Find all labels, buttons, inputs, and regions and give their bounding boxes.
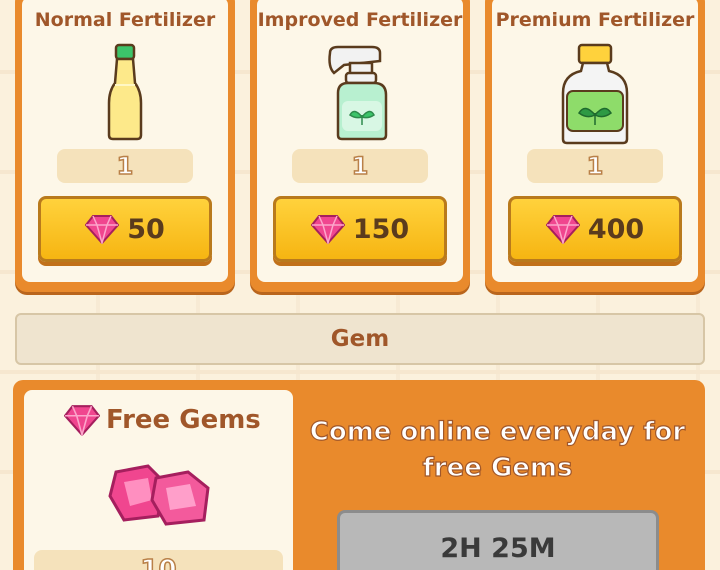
shop-card-normal-fertilizer: Normal Fertilizer 1 50 xyxy=(15,0,235,292)
item-title: Normal Fertilizer xyxy=(34,9,216,31)
spray-fertilizer-bottle-icon xyxy=(328,45,388,141)
small-fertilizer-bottle-icon xyxy=(107,43,143,141)
free-gems-title-label: Free Gems xyxy=(106,405,261,435)
shop-card-premium-fertilizer: Premium Fertilizer 1 400 xyxy=(485,0,705,292)
card-inner: Premium Fertilizer 1 400 xyxy=(492,0,698,282)
item-title: Improved Fertilizer xyxy=(257,9,463,31)
gem-section-header: Gem xyxy=(15,313,705,365)
buy-normal-fertilizer-button[interactable]: 50 xyxy=(38,196,212,262)
shop-card-improved-fertilizer: Improved Fertilizer 1 150 xyxy=(250,0,470,292)
free-gems-card[interactable]: Free Gems 10 xyxy=(24,390,293,570)
buy-improved-fertilizer-button[interactable]: 150 xyxy=(273,196,447,262)
gem-icon xyxy=(64,405,100,436)
free-gems-title: Free Gems xyxy=(64,404,261,436)
card-inner: Normal Fertilizer 1 50 xyxy=(22,0,228,282)
gem-icon xyxy=(85,215,120,244)
free-gems-promo-text: Come online everyday for free Gems xyxy=(309,416,686,483)
free-gems-timer-button[interactable]: 2H 25M xyxy=(337,510,659,570)
item-title: Premium Fertilizer xyxy=(495,9,695,31)
gem-icon xyxy=(545,215,580,244)
buy-premium-fertilizer-button[interactable]: 400 xyxy=(508,196,682,262)
quantity-label: 1 xyxy=(57,149,193,183)
free-gems-amount: 10 xyxy=(34,550,283,570)
premium-fertilizer-jar-icon xyxy=(561,43,629,145)
gem-icon xyxy=(310,215,345,244)
gem-pile-icon xyxy=(108,464,210,526)
price-label: 400 xyxy=(587,213,645,245)
price-label: 50 xyxy=(127,213,165,245)
price-label: 150 xyxy=(352,213,410,245)
quantity-label: 1 xyxy=(527,149,663,183)
card-inner: Improved Fertilizer 1 150 xyxy=(257,0,463,282)
quantity-label: 1 xyxy=(292,149,428,183)
